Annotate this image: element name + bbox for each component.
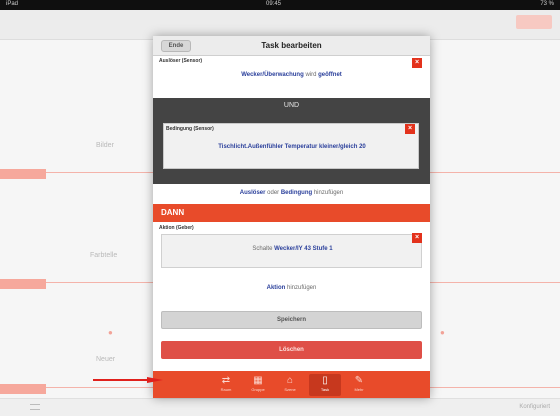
task-edit-dialog: Task bearbeiten Ende Auslöser (Sensor) ×… [153,36,430,398]
condition-box: Bedingung (Sensor) × Tischlicht.Außenfüh… [163,123,419,169]
trigger-state: geöffnet [318,72,342,78]
background-row-label: Farbtelle [90,252,118,259]
add-trigger-or-condition[interactable]: Auslöser oder Bedingung hinzufügen [153,190,430,196]
group-icon: ▦ [253,375,263,386]
add-condition-link[interactable]: Bedingung [281,190,312,196]
background-row-label: Bilder [96,142,114,149]
tab-label: Gruppe [251,387,265,392]
trigger-verb: wird [305,72,317,78]
background-icon: ● [108,328,113,337]
remove-action-button[interactable]: × [412,233,422,243]
action-box: Schalte Wecker/IY 43 Stufe 1 [161,234,422,268]
add-action-link[interactable]: Aktion [267,285,286,291]
tab-label: Mehr [354,387,364,392]
background-nav-button [516,15,552,29]
menu-icon [30,404,40,410]
dialog-title: Task bearbeiten [261,41,322,50]
and-label: UND [283,102,300,109]
room-icon: ⇄ [221,375,231,386]
add-trigger-link[interactable]: Auslöser [240,190,266,196]
tab-task[interactable]: ▯ Task [309,374,341,396]
action-device: Wecker/IY 43 [274,246,311,252]
end-button[interactable]: Ende [161,40,191,52]
tab-mehr[interactable]: ✎ Mehr [343,374,375,396]
condition-operator: kleiner/gleich [319,144,358,150]
more-icon: ✎ [354,375,364,386]
condition-row[interactable]: Tischlicht.Außenfühler Temperatur kleine… [154,144,430,150]
task-icon: ▯ [322,375,328,386]
add-action[interactable]: Aktion hinzufügen [153,285,430,291]
save-button[interactable]: Speichern [161,311,422,329]
background-tag [0,279,46,289]
then-header: DANN [153,204,430,222]
action-level: Stufe 1 [312,246,333,252]
tab-szene[interactable]: ⌂ Szene [274,374,306,396]
trigger-section-label: Auslöser (Sensor) [159,58,203,64]
close-icon: × [407,125,413,132]
delete-button[interactable]: Löschen [161,341,422,359]
callout-arrow-icon [93,377,163,383]
clock: 09:45 [266,1,282,7]
tab-label: Szene [284,387,296,392]
close-icon: × [414,234,420,241]
background-footer [0,398,560,416]
scene-icon: ⌂ [286,375,294,386]
dialog-header: Task bearbeiten Ende [153,36,430,56]
status-bar: iPad 09:45 73 % [0,0,560,10]
background-row-label: Neuer [96,356,116,363]
condition-value: 20 [359,144,366,150]
battery-label: 73 % [540,1,554,7]
action-section-label: Aktion (Geber) [159,225,194,231]
background-tag [0,384,46,394]
and-group: UND Bedingung (Sensor) × Tischlicht.Auße… [153,98,430,184]
remove-trigger-button[interactable]: × [412,58,422,68]
condition-sensor: Tischlicht.Außenfühler Temperatur [218,144,318,150]
tab-raum[interactable]: ⇄ Raum [210,374,242,396]
tab-gruppe[interactable]: ▦ Gruppe [242,374,274,396]
remove-condition-button[interactable]: × [405,124,415,134]
background-footer-text: Konfiguriert [519,404,550,410]
background-tag [0,169,46,179]
tab-label: Task [320,387,330,392]
action-verb: Schalte [252,246,273,252]
close-icon: × [414,59,420,66]
condition-section-label: Bedingung (Sensor) [166,126,214,132]
action-row[interactable]: Schalte Wecker/IY 43 Stufe 1 [154,246,430,252]
tab-label: Raum [220,387,232,392]
bottom-tab-bar: ⇄ Raum ▦ Gruppe ⌂ Szene ▯ Task ✎ Mehr [153,371,430,398]
trigger-device: Wecker/Überwachung [241,72,304,78]
background-icon: ● [440,328,445,337]
trigger-row[interactable]: Wecker/Überwachung wird geöffnet [153,72,430,78]
device-label: iPad [6,1,19,7]
